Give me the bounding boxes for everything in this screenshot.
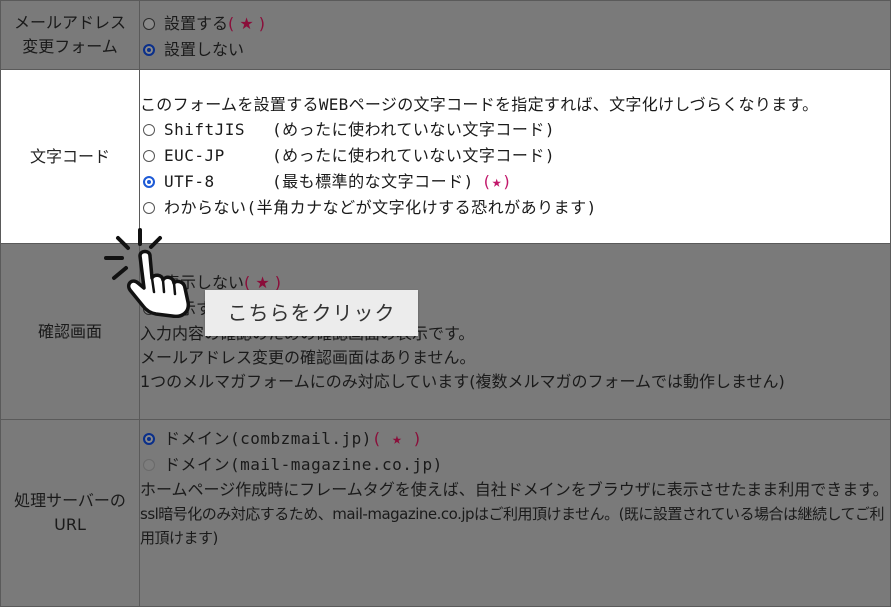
option-eucjp[interactable]: EUC-JP (めったに使われていない文字コード) <box>140 143 890 169</box>
row-email-change: メールアドレス 変更フォーム 設置する ( ★ ) 設置しない <box>0 0 891 70</box>
row-server-url: 処理サーバーの URL ドメイン(combzmail.jp) ( ★ ) ドメイ… <box>0 419 891 607</box>
option-shiftjis[interactable]: ShiftJIS (めったに使われていない文字コード) <box>140 117 890 143</box>
option-utf8[interactable]: UTF-8 (最も標準的な文字コード) (★) <box>140 169 890 195</box>
radio-install[interactable] <box>143 18 155 30</box>
radio-combzmail[interactable] <box>143 433 155 445</box>
radio-shiftjis[interactable] <box>143 123 155 136</box>
row-charset: 文字コード このフォームを設置するWEBページの文字コードを指定すれば、文字化け… <box>0 69 891 244</box>
label-charset: 文字コード <box>0 69 140 244</box>
hand-pointer-click-icon <box>104 228 191 318</box>
click-here-tooltip[interactable]: こちらをクリック <box>205 290 418 336</box>
recommended-star: ( ★ ) <box>228 14 266 33</box>
label-email-change: メールアドレス 変更フォーム <box>0 0 140 70</box>
option-combzmail[interactable]: ドメイン(combzmail.jp) ( ★ ) <box>140 426 890 452</box>
option-install[interactable]: 設置する ( ★ ) <box>140 11 890 37</box>
confirm-desc-2: メールアドレス変更の確認画面はありません。 <box>140 347 476 367</box>
content-charset: このフォームを設置するWEBページの文字コードを指定すれば、文字化けしづらくなり… <box>139 69 891 244</box>
radio-utf8[interactable] <box>143 175 155 188</box>
option-no-install[interactable]: 設置しない <box>140 37 890 63</box>
label-server-url: 処理サーバーの URL <box>0 419 140 607</box>
option-unknown[interactable]: わからない (半角カナなどが文字化けする恐れがあります) <box>140 195 890 221</box>
recommended-star: (★) <box>481 171 513 191</box>
recommended-star: ( ★ ) <box>371 429 423 448</box>
radio-unknown[interactable] <box>143 201 155 214</box>
server-desc-1: ホームページ作成時にフレームタグを使えば、自社ドメインをブラウザに表示させたまま… <box>140 480 889 499</box>
confirm-desc-3: 1つのメルマガフォームにのみ対応しています(複数メルマガのフォームでは動作しませ… <box>140 371 785 391</box>
radio-eucjp[interactable] <box>143 149 155 162</box>
charset-description: このフォームを設置するWEBページの文字コードを指定すれば、文字化けしづらくなり… <box>140 94 819 114</box>
content-email-change: 設置する ( ★ ) 設置しない <box>139 0 891 70</box>
option-mail-magazine: ドメイン(mail-magazine.co.jp) <box>140 452 890 478</box>
content-server-url: ドメイン(combzmail.jp) ( ★ ) ドメイン(mail-magaz… <box>139 419 891 607</box>
radio-no-install[interactable] <box>143 44 155 56</box>
server-desc-2: ssl暗号化のみ対応するため、mail-magazine.co.jpはご利用頂け… <box>140 505 885 547</box>
radio-mail-magazine <box>143 459 155 471</box>
